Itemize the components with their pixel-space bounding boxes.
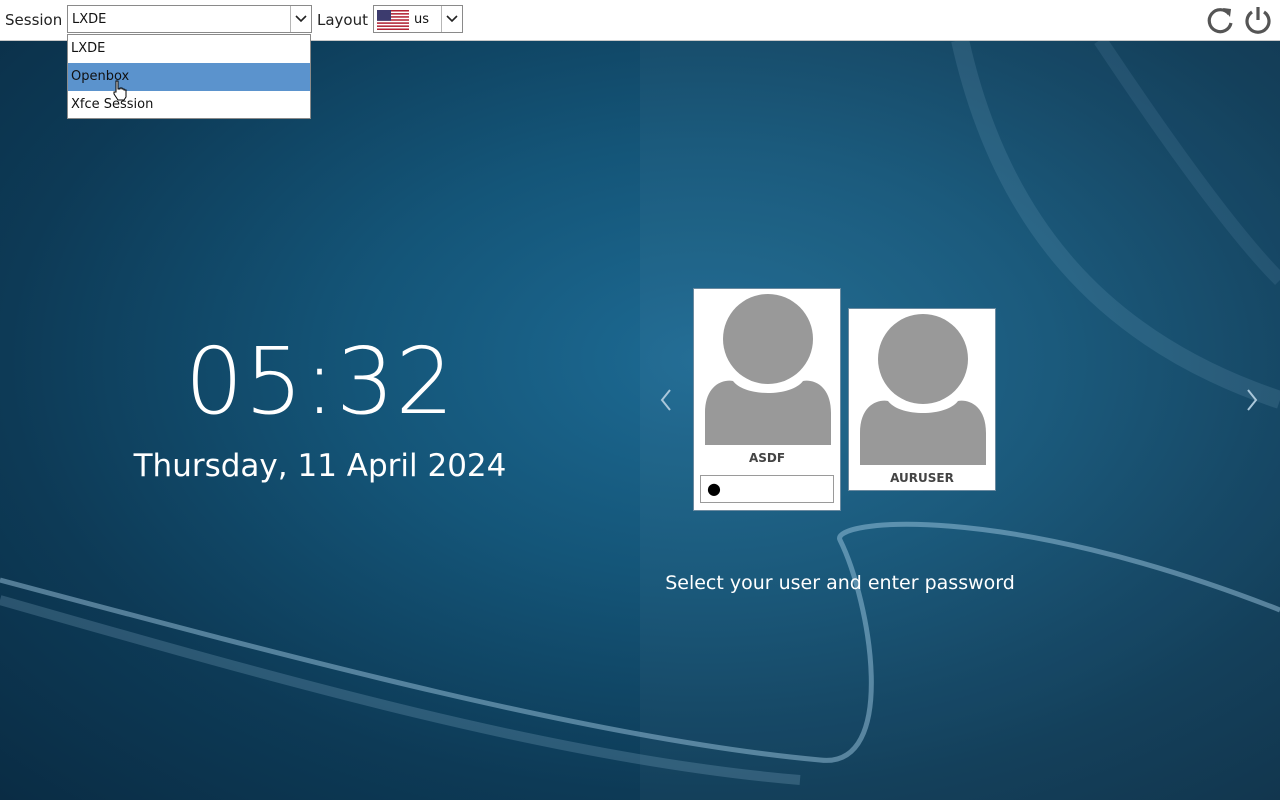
us-flag-icon bbox=[377, 10, 409, 30]
chevron-down-icon[interactable] bbox=[290, 6, 311, 32]
layout-select[interactable]: us bbox=[373, 5, 463, 33]
session-select[interactable]: LXDE bbox=[67, 5, 312, 33]
user-card-asdf[interactable]: ASDF ● bbox=[693, 288, 841, 511]
power-icon[interactable] bbox=[1242, 4, 1274, 36]
hand-pointer-icon bbox=[113, 80, 127, 101]
session-option-xfce[interactable]: Xfce Session bbox=[68, 91, 310, 119]
user-name: AURUSER bbox=[890, 471, 954, 485]
clock-time: 05:32 bbox=[184, 328, 456, 435]
user-name: ASDF bbox=[748, 451, 786, 465]
chevron-right-icon[interactable] bbox=[1240, 386, 1264, 414]
login-hint: Select your user and enter password bbox=[665, 572, 1015, 594]
session-dropdown-list: LXDE Openbox Xfce Session bbox=[67, 34, 311, 119]
layout-label: Layout bbox=[317, 11, 368, 29]
chevron-left-icon[interactable] bbox=[654, 386, 678, 414]
password-input[interactable]: ● bbox=[700, 475, 834, 503]
session-label: Session bbox=[5, 11, 63, 29]
password-mask: ● bbox=[707, 479, 721, 498]
user-card-auruser[interactable]: AURUSER bbox=[848, 308, 996, 491]
restart-icon[interactable] bbox=[1205, 4, 1237, 36]
clock-date: Thursday, 11 April 2024 bbox=[133, 448, 507, 484]
session-option-openbox[interactable]: Openbox bbox=[68, 63, 310, 91]
session-option-lxde[interactable]: LXDE bbox=[68, 35, 310, 63]
user-avatar-icon bbox=[705, 294, 831, 445]
chevron-down-icon[interactable] bbox=[441, 6, 462, 32]
layout-selected-value: us bbox=[414, 12, 430, 27]
session-selected-value: LXDE bbox=[72, 12, 107, 27]
user-avatar-icon bbox=[860, 314, 986, 465]
